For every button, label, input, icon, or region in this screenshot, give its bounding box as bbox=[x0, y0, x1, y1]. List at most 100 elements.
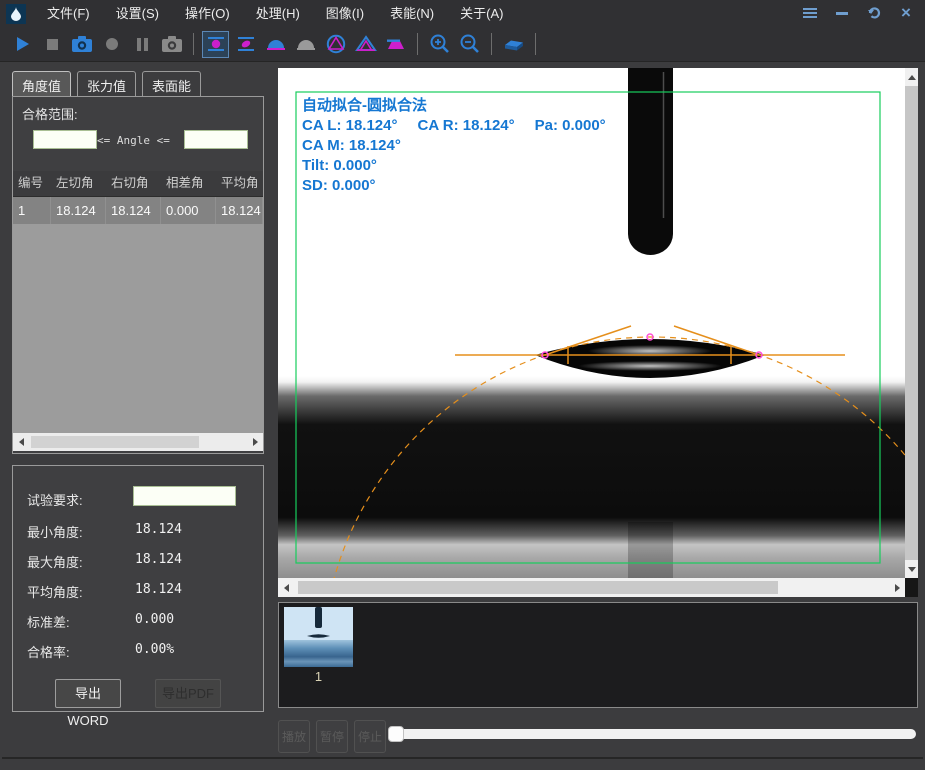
window-controls: × bbox=[799, 3, 917, 23]
menu-image[interactable]: 图像(I) bbox=[313, 0, 377, 28]
menu-operation[interactable]: 操作(O) bbox=[172, 0, 243, 28]
max-angle-label: 最大角度: bbox=[27, 552, 83, 571]
scroll-right-icon[interactable] bbox=[889, 579, 905, 597]
application-window: 文件(F) 设置(S) 操作(O) 处理(H) 图像(I) 表能(N) 关于(A… bbox=[0, 0, 925, 770]
camera-capture-icon[interactable] bbox=[68, 31, 95, 58]
thumbnail-index: 1 bbox=[284, 669, 353, 684]
angle-max-input[interactable] bbox=[184, 130, 248, 149]
board-3d-icon[interactable] bbox=[500, 31, 527, 58]
sessile-drop-blue-icon[interactable] bbox=[262, 31, 289, 58]
tilt-value: Tilt: 0.000° bbox=[302, 156, 626, 176]
fit-tilted-drop-icon[interactable] bbox=[232, 31, 259, 58]
toolbar-separator bbox=[193, 33, 194, 55]
angle-results-panel: 合格范围: <= Angle <= 编号 左切角 右切角 相差角 平均角 1 1… bbox=[12, 96, 264, 454]
pass-rate-value: 0.00% bbox=[135, 642, 174, 657]
ca-right-value: CA R: 18.124° bbox=[417, 117, 514, 134]
playback-stop-button[interactable]: 停止 bbox=[354, 720, 386, 753]
cell-diff-angle: 0.000 bbox=[161, 197, 216, 225]
table-horizontal-scrollbar[interactable] bbox=[13, 433, 263, 451]
window-bottom-border bbox=[2, 757, 923, 759]
pass-rate-label: 合格率: bbox=[27, 642, 70, 661]
max-angle-value: 18.124 bbox=[135, 552, 182, 567]
std-dev-value: 0.000 bbox=[135, 612, 174, 627]
table-header-row: 编号 左切角 右切角 相差角 平均角 bbox=[13, 171, 263, 197]
menu-settings[interactable]: 设置(S) bbox=[103, 0, 172, 28]
col-number: 编号 bbox=[13, 171, 51, 196]
test-requirement-input[interactable] bbox=[133, 486, 236, 506]
menu-process[interactable]: 处理(H) bbox=[243, 0, 313, 28]
toolbar-separator bbox=[491, 33, 492, 55]
export-word-button[interactable]: 导出WORD bbox=[55, 679, 121, 708]
table-empty-area bbox=[13, 224, 263, 433]
table-row[interactable]: 1 18.124 18.124 0.000 18.124 bbox=[13, 197, 263, 225]
camera-viewer: 自动拟合-圆拟合法 CA L: 18.124° CA R: 18.124° Pa: … bbox=[278, 68, 918, 597]
camera-image: 自动拟合-圆拟合法 CA L: 18.124° CA R: 18.124° Pa: … bbox=[278, 68, 905, 578]
triangle-fit-icon[interactable] bbox=[352, 31, 379, 58]
menu-about[interactable]: 关于(A) bbox=[447, 0, 516, 28]
menu-file[interactable]: 文件(F) bbox=[34, 0, 103, 28]
menu-icon[interactable] bbox=[799, 3, 821, 23]
min-angle-value: 18.124 bbox=[135, 522, 182, 537]
menu-surface-energy[interactable]: 表能(N) bbox=[377, 0, 447, 28]
cell-right-angle: 18.124 bbox=[106, 197, 161, 225]
ca-mean-value: CA M: 18.124° bbox=[302, 136, 626, 156]
fit-method-label: 自动拟合-圆拟合法 bbox=[302, 96, 626, 116]
toolbar-separator bbox=[417, 33, 418, 55]
minimize-icon[interactable] bbox=[831, 3, 853, 23]
zoom-in-icon[interactable] bbox=[426, 31, 453, 58]
results-table: 编号 左切角 右切角 相差角 平均角 1 18.124 18.124 0.000… bbox=[13, 171, 263, 225]
scroll-left-icon[interactable] bbox=[13, 433, 29, 451]
restore-icon[interactable] bbox=[863, 3, 885, 23]
pa-value: Pa: 0.000° bbox=[535, 117, 606, 134]
pause-icon[interactable] bbox=[128, 31, 155, 58]
viewer-horizontal-scrollbar[interactable] bbox=[278, 578, 905, 597]
test-requirement-label: 试验要求: bbox=[27, 490, 83, 509]
fit-drop-plates-icon[interactable] bbox=[202, 31, 229, 58]
min-angle-label: 最小角度: bbox=[27, 522, 83, 541]
statistics-panel: 试验要求: 最小角度: 18.124 最大角度: 18.124 平均角度: 18… bbox=[12, 465, 264, 712]
playback-pause-button[interactable]: 暂停 bbox=[316, 720, 348, 753]
record-icon[interactable] bbox=[98, 31, 125, 58]
col-diff-angle: 相差角 bbox=[161, 171, 216, 196]
scrollbar-thumb[interactable] bbox=[31, 436, 199, 448]
col-avg-angle: 平均角 bbox=[216, 171, 263, 196]
trapezoid-fit-icon[interactable] bbox=[382, 31, 409, 58]
toolbar-separator bbox=[535, 33, 536, 55]
scrollbar-thumb[interactable] bbox=[298, 581, 778, 594]
frame-filmstrip: 1 bbox=[278, 602, 918, 708]
close-icon[interactable]: × bbox=[895, 3, 917, 23]
qualified-range-label: 合格范围: bbox=[22, 104, 78, 123]
col-right-angle: 右切角 bbox=[106, 171, 161, 196]
scrollbar-corner bbox=[905, 578, 918, 597]
camera-gray-icon[interactable] bbox=[158, 31, 185, 58]
top-bar: 文件(F) 设置(S) 操作(O) 处理(H) 图像(I) 表能(N) 关于(A… bbox=[0, 0, 925, 62]
scroll-left-icon[interactable] bbox=[278, 579, 294, 597]
frame-thumbnail[interactable]: 1 bbox=[284, 607, 353, 685]
play-icon[interactable] bbox=[8, 31, 35, 58]
playback-play-button[interactable]: 播放 bbox=[278, 720, 310, 753]
angle-range-operator: <= Angle <= bbox=[97, 134, 170, 147]
sessile-drop-gray-icon[interactable] bbox=[292, 31, 319, 58]
menu-bar: 文件(F) 设置(S) 操作(O) 处理(H) 图像(I) 表能(N) 关于(A… bbox=[4, 0, 516, 28]
scroll-down-icon[interactable] bbox=[905, 560, 918, 578]
export-pdf-button[interactable]: 导出PDF bbox=[155, 679, 221, 708]
measurement-overlay: 自动拟合-圆拟合法 CA L: 18.124° CA R: 18.124° Pa: … bbox=[302, 96, 626, 196]
zoom-out-icon[interactable] bbox=[456, 31, 483, 58]
playback-slider-track[interactable] bbox=[392, 729, 916, 739]
angle-min-input[interactable] bbox=[33, 130, 97, 149]
circle-triangle-fit-icon[interactable] bbox=[322, 31, 349, 58]
scroll-right-icon[interactable] bbox=[247, 433, 263, 451]
scroll-up-icon[interactable] bbox=[905, 68, 918, 86]
viewer-vertical-scrollbar[interactable] bbox=[905, 68, 918, 578]
col-left-angle: 左切角 bbox=[51, 171, 106, 196]
playback-slider-thumb[interactable] bbox=[388, 726, 404, 742]
cell-number: 1 bbox=[13, 197, 51, 225]
avg-angle-label: 平均角度: bbox=[27, 582, 83, 601]
std-dev-label: 标准差: bbox=[27, 612, 70, 631]
thumbnail-image bbox=[284, 607, 353, 667]
ca-left-value: CA L: 18.124° bbox=[302, 117, 397, 134]
app-logo-drop-icon bbox=[6, 4, 26, 24]
cell-avg-angle: 18.124 bbox=[216, 197, 263, 225]
toolbar bbox=[8, 28, 541, 60]
stop-icon[interactable] bbox=[38, 31, 65, 58]
